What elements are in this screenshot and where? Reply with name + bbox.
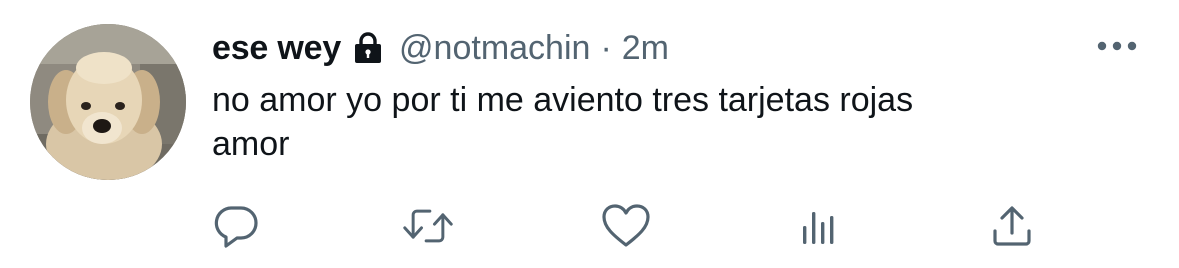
retweet-button[interactable] [402, 200, 454, 252]
share-button[interactable] [986, 200, 1038, 252]
tweet-text-line: amor [212, 125, 290, 163]
avatar[interactable] [30, 24, 186, 180]
tweet-text: no amor yo por ti me aviento tres tarjet… [212, 78, 1112, 166]
separator-dot: · [600, 28, 612, 67]
tweet[interactable]: ese wey @notmachin · 2m no amor yo por t… [0, 0, 1179, 268]
tweet-header: ese wey @notmachin · 2m [212, 26, 669, 70]
timestamp[interactable]: 2m [622, 29, 669, 68]
more-horizontal-icon[interactable] [1096, 38, 1138, 54]
speech-bubble-icon [214, 206, 258, 248]
lock-icon [351, 31, 385, 65]
display-name[interactable]: ese wey [212, 29, 341, 68]
share-upload-icon [993, 206, 1031, 246]
retweet-arrows-icon [403, 209, 453, 243]
bar-chart-icon [803, 212, 834, 244]
stats-button[interactable] [793, 200, 845, 252]
handle[interactable]: @notmachin [399, 29, 590, 68]
heart-icon [602, 204, 650, 247]
reply-button[interactable] [210, 200, 262, 252]
puppy-avatar-image [30, 24, 186, 180]
tweet-text-line: no amor yo por ti me aviento tres tarjet… [212, 81, 914, 119]
like-button[interactable] [600, 200, 652, 252]
